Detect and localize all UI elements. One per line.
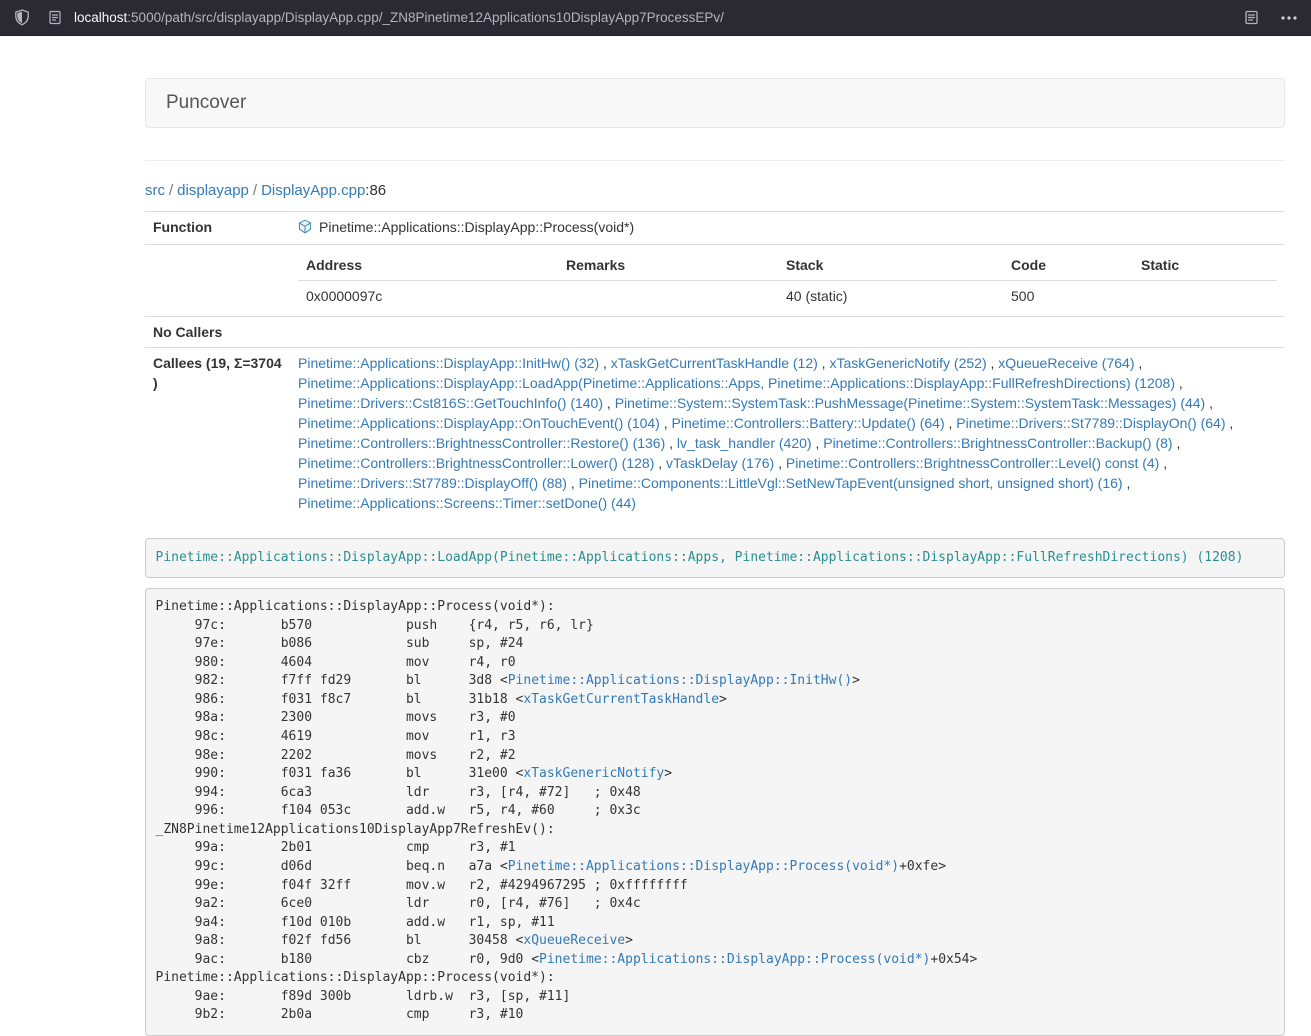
package-cube-icon — [298, 219, 312, 239]
stats-row-wrapper: AddressRemarksStackCodeStatic 0x0000097c… — [145, 245, 1285, 317]
function-name: Pinetime::Applications::DisplayApp::Proc… — [319, 219, 634, 235]
callee-link[interactable]: Pinetime::System::SystemTask::PushMessag… — [615, 395, 1206, 411]
page-icon[interactable] — [48, 10, 62, 25]
stats-column-header: Address — [298, 250, 558, 281]
no-callers-row: No Callers — [145, 317, 1285, 348]
stats-value — [1133, 281, 1277, 312]
no-callers-cell — [290, 317, 1285, 348]
url-path: :5000/path/src/displayapp/DisplayApp.cpp… — [127, 10, 724, 25]
url-text[interactable]: localhost:5000/path/src/displayapp/Displ… — [74, 10, 724, 25]
navbar: Puncover — [145, 78, 1285, 128]
asm-symbol-link[interactable]: Pinetime::Applications::DisplayApp::Proc… — [508, 859, 899, 874]
asm-symbol-link[interactable]: xTaskGenericNotify — [523, 766, 664, 781]
reader-mode-icon[interactable] — [1244, 10, 1259, 25]
asm-symbol-link[interactable]: xTaskGetCurrentTaskHandle — [523, 692, 719, 707]
callee-link[interactable]: Pinetime::Applications::Screens::Timer::… — [298, 495, 636, 511]
breadcrumb-separator: / — [249, 182, 261, 199]
stats-table: AddressRemarksStackCodeStatic 0x0000097c… — [298, 250, 1277, 311]
page-container: Puncover src/displayapp/DisplayApp.cpp:8… — [145, 78, 1285, 1036]
url-host: localhost — [74, 10, 127, 25]
stats-column-header: Static — [1133, 250, 1277, 281]
shield-icon[interactable] — [14, 9, 30, 26]
breadcrumb: src/displayapp/DisplayApp.cpp:86 — [145, 161, 1285, 199]
no-callers-label: No Callers — [145, 317, 290, 348]
asm-symbol-link[interactable]: xQueueReceive — [523, 933, 625, 948]
callee-link[interactable]: Pinetime::Components::LittleVgl::SetNewT… — [579, 475, 1123, 491]
callee-link[interactable]: Pinetime::Controllers::Battery::Update()… — [672, 415, 945, 431]
function-name-cell: Pinetime::Applications::DisplayApp::Proc… — [290, 212, 1285, 245]
stats-value: 0x0000097c — [298, 281, 558, 312]
callee-link[interactable]: Pinetime::Controllers::BrightnessControl… — [823, 435, 1172, 451]
callee-link[interactable]: lv_task_handler (420) — [677, 435, 812, 451]
function-row: Function Pinetime::Applications::Display… — [145, 212, 1285, 245]
callee-link[interactable]: Pinetime::Drivers::St7789::DisplayOn() (… — [956, 415, 1225, 431]
stats-value-row: 0x0000097c 40 (static)500 — [298, 281, 1277, 312]
callee-link[interactable]: Pinetime::Applications::DisplayApp::OnTo… — [298, 415, 660, 431]
callee-link[interactable]: Pinetime::Applications::DisplayApp::Load… — [298, 375, 1175, 391]
callee-link[interactable]: xTaskGenericNotify (252) — [829, 355, 986, 371]
empty-header-cell — [145, 245, 290, 317]
function-label: Function — [145, 212, 290, 245]
callees-list: Pinetime::Applications::DisplayApp::Init… — [290, 348, 1285, 519]
stats-value — [558, 281, 778, 312]
stats-header-row: AddressRemarksStackCodeStatic — [298, 250, 1277, 281]
callee-link[interactable]: Pinetime::Drivers::St7789::DisplayOff() … — [298, 475, 567, 491]
stats-value: 500 — [1003, 281, 1133, 312]
breadcrumb-link[interactable]: DisplayApp.cpp — [261, 182, 365, 199]
breadcrumb-separator: / — [165, 182, 177, 199]
breadcrumb-link[interactable]: displayapp — [177, 182, 249, 199]
callees-row: Callees (19, Σ=3704 ) Pinetime::Applicat… — [145, 348, 1285, 519]
callee-link[interactable]: Pinetime::Controllers::BrightnessControl… — [298, 435, 665, 451]
callee-link[interactable]: Pinetime::Controllers::BrightnessControl… — [786, 455, 1159, 471]
callees-label: Callees (19, Σ=3704 ) — [145, 348, 290, 519]
callee-link[interactable]: Pinetime::Applications::DisplayApp::Init… — [298, 355, 599, 371]
stats-cell: AddressRemarksStackCodeStatic 0x0000097c… — [290, 245, 1285, 317]
breadcrumb-link[interactable]: src — [145, 182, 165, 199]
callee-link[interactable]: xTaskGetCurrentTaskHandle (12) — [611, 355, 818, 371]
browser-url-bar: localhost:5000/path/src/displayapp/Displ… — [0, 0, 1311, 36]
more-menu-icon[interactable] — [1281, 16, 1297, 20]
callee-link[interactable]: vTaskDelay (176) — [666, 455, 774, 471]
highlighted-symbol-block: Pinetime::Applications::DisplayApp::Load… — [145, 538, 1285, 578]
asm-symbol-link[interactable]: Pinetime::Applications::DisplayApp::Init… — [508, 673, 852, 688]
callee-link[interactable]: Pinetime::Drivers::Cst816S::GetTouchInfo… — [298, 395, 603, 411]
callee-link[interactable]: Pinetime::Controllers::BrightnessControl… — [298, 455, 654, 471]
breadcrumb-line-number: :86 — [365, 182, 386, 199]
app-brand[interactable]: Puncover — [146, 92, 266, 114]
callee-link[interactable]: xQueueReceive (764) — [998, 355, 1134, 371]
stats-column-header: Remarks — [558, 250, 778, 281]
stats-column-header: Stack — [778, 250, 1003, 281]
stats-column-header: Code — [1003, 250, 1133, 281]
asm-symbol-link[interactable]: Pinetime::Applications::DisplayApp::Proc… — [539, 952, 930, 967]
stats-value: 40 (static) — [778, 281, 1003, 312]
disassembly-block: Pinetime::Applications::DisplayApp::Proc… — [145, 588, 1285, 1036]
function-info-table: Function Pinetime::Applications::Display… — [145, 211, 1285, 518]
